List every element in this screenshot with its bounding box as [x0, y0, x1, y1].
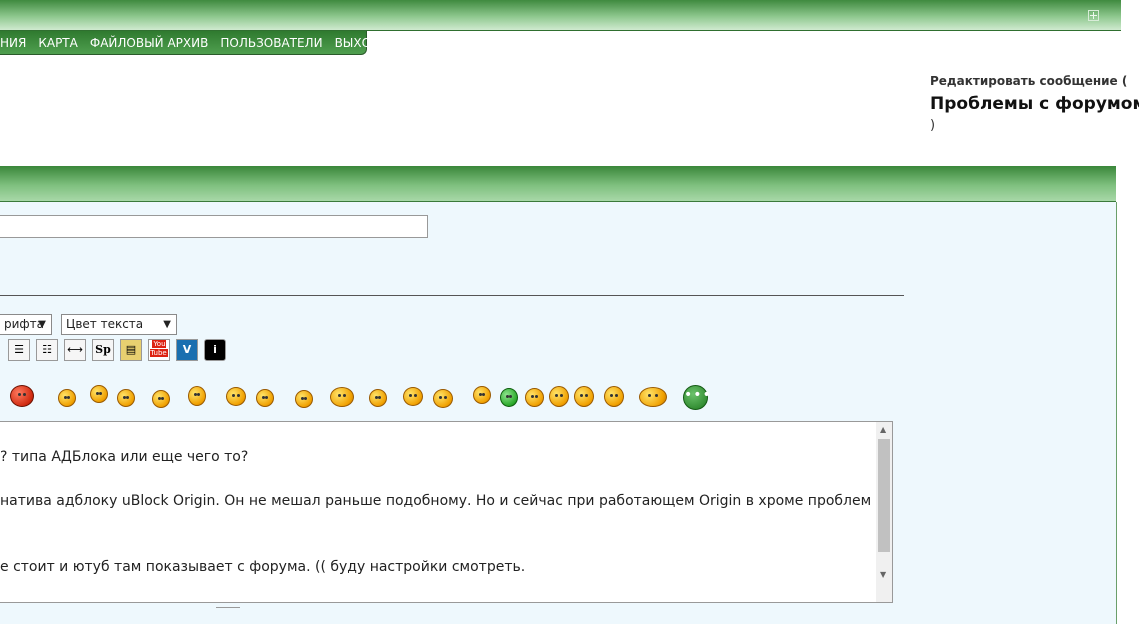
flirt-smiley-icon[interactable]	[639, 387, 667, 407]
color-select-value: Цвет текста	[66, 317, 144, 331]
image-gallery-icon[interactable]: ▤	[120, 339, 142, 361]
textarea-scrollbar[interactable]: ▲ ▼	[876, 422, 892, 602]
info-label: i	[213, 343, 217, 356]
laughing-smiley-icon[interactable]	[330, 387, 354, 407]
font-select[interactable]: рифта ▼	[0, 314, 52, 335]
angel-smiley-icon[interactable]	[604, 386, 624, 407]
edit-message-close-paren: )	[930, 118, 936, 133]
numbered-list-icon[interactable]: ☷	[36, 339, 58, 361]
textarea-resize-handle[interactable]	[216, 602, 240, 608]
edit-message-title[interactable]: Проблемы с форумом	[930, 94, 1139, 114]
youtube-icon[interactable]: You Tube	[148, 339, 170, 361]
more-smilies-button[interactable]: •••	[683, 385, 711, 410]
edit-message-label: Редактировать сообщение (	[930, 74, 1128, 88]
scrollbar-thumb[interactable]	[878, 439, 890, 552]
spoiler-label: Sp	[95, 343, 111, 356]
surprised-smiley-icon[interactable]	[403, 387, 423, 406]
blush-smiley-icon[interactable]	[369, 389, 387, 407]
nav-item-partial[interactable]: НИЯ	[0, 36, 26, 50]
nav-item-file-archive[interactable]: ФАЙЛОВЫЙ АРХИВ	[90, 36, 208, 50]
tongue-smiley-icon[interactable]	[574, 386, 594, 407]
crazy-smiley-icon[interactable]	[549, 386, 569, 407]
main-nav: НИЯ КАРТА ФАЙЛОВЫЙ АРХИВ ПОЛЬЗОВАТЕЛИ ВЫ…	[0, 31, 380, 55]
thinking-smiley-icon[interactable]	[188, 386, 206, 406]
color-select[interactable]: Цвет текста ▼	[61, 314, 177, 335]
nav-item-map[interactable]: КАРТА	[38, 36, 78, 50]
wink-smiley-icon[interactable]	[152, 390, 170, 408]
confused-smiley-icon[interactable]	[433, 389, 453, 408]
chevron-down-icon: ▼	[163, 319, 171, 330]
cool-smiley-icon[interactable]	[473, 386, 491, 404]
headphones-smiley-icon[interactable]	[226, 387, 246, 406]
editor-panel: рифта ▼ Цвет текста ▼ ☰ ☷ ⟷ Sp ▤ You Tube …	[0, 202, 1117, 624]
subject-input[interactable]	[0, 215, 428, 238]
spoiler-icon[interactable]: Sp	[92, 339, 114, 361]
nav-item-logout[interactable]: ВЫХОД	[335, 36, 381, 50]
divider	[0, 295, 904, 296]
angry-smiley-icon[interactable]	[90, 385, 108, 403]
message-line: натива адблоку uBlock Origin. Он не меша…	[0, 493, 893, 509]
chevron-down-icon: ▼	[38, 319, 46, 330]
vimeo-icon[interactable]: V	[176, 339, 198, 361]
devil-smiley-icon[interactable]	[10, 385, 34, 407]
top-bar	[0, 0, 1121, 31]
list-icon[interactable]: ☰	[8, 339, 30, 361]
smiley-icon[interactable]	[58, 389, 76, 407]
more-smilies-label: •••	[684, 387, 712, 403]
expand-icon[interactable]	[1088, 10, 1099, 21]
editor-panel-header	[0, 166, 1116, 202]
sick-smiley-icon[interactable]	[500, 388, 518, 407]
info-icon[interactable]: i	[204, 339, 226, 361]
neutral-smiley-icon[interactable]	[295, 390, 313, 408]
vimeo-label: V	[182, 343, 192, 356]
message-line: е стоит и ютуб там показывает с форума. …	[0, 559, 526, 575]
sad-smiley-icon[interactable]	[117, 389, 135, 407]
scared-smiley-icon[interactable]	[256, 389, 274, 407]
horizontal-rule-icon[interactable]: ⟷	[64, 339, 86, 361]
message-line: ? типа АДБлока или еще чего то?	[0, 449, 249, 465]
nav-item-users[interactable]: ПОЛЬЗОВАТЕЛИ	[220, 36, 322, 50]
message-textarea[interactable]: ? типа АДБлока или еще чего то? натива а…	[0, 421, 893, 603]
shocked-smiley-icon[interactable]	[525, 388, 544, 407]
youtube-label: You Tube	[150, 340, 168, 357]
scroll-down-icon[interactable]: ▼	[880, 570, 886, 579]
scroll-up-icon[interactable]: ▲	[880, 425, 886, 434]
